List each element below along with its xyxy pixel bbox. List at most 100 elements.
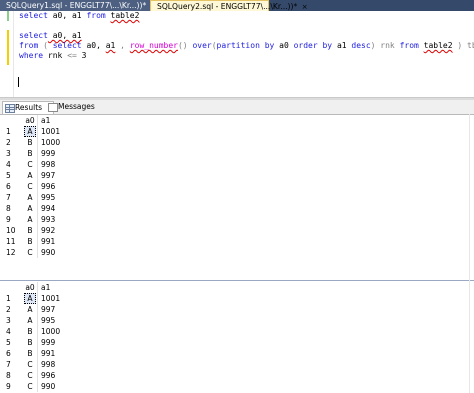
table-row[interactable]: 2 A 997: [4, 304, 67, 315]
grid-icon: [5, 104, 15, 113]
cell-a1-value: 1001: [41, 127, 61, 136]
row-number[interactable]: 6: [4, 348, 23, 359]
cell-a0[interactable]: B: [23, 337, 38, 348]
cell-a0[interactable]: C: [23, 247, 38, 258]
cell-a1[interactable]: 990: [38, 247, 68, 258]
cell-a0[interactable]: A: [23, 192, 38, 203]
cell-a0[interactable]: C: [23, 159, 38, 170]
row-number[interactable]: 8: [4, 370, 23, 381]
cell-a0[interactable]: C: [23, 181, 38, 192]
cell-a1[interactable]: 997: [38, 304, 68, 315]
cell-a1[interactable]: 991: [38, 236, 68, 247]
table-row[interactable]: 7 A 995: [4, 192, 67, 203]
table-row[interactable]: 4 C 998: [4, 159, 67, 170]
cell-a0[interactable]: B: [23, 148, 38, 159]
row-number[interactable]: 4: [4, 326, 23, 337]
tab-sqlquery1[interactable]: SQLQuery1.sql - ENGGLT77\...\Kr...))*: [0, 0, 159, 11]
cell-a0[interactable]: C: [23, 370, 38, 381]
cell-a1[interactable]: 996: [38, 370, 68, 381]
results-grid-1[interactable]: a0 a1 1 A 1001 2 B 1000 3 B 999 4 C 998 5 A 997 6 C 996 7 A…: [4, 115, 67, 258]
cell-a0[interactable]: A: [23, 293, 38, 304]
cell-a1[interactable]: 995: [38, 315, 68, 326]
results-grid-2[interactable]: a0 a1 1 A 1001 2 A 997 3 A 995 4 B 1000 5 B 999 6 B 991 7 C…: [4, 282, 67, 392]
cell-a1[interactable]: 1001: [38, 126, 68, 137]
code-text: a0, a1: [47, 11, 87, 20]
cell-a1[interactable]: 999: [38, 148, 68, 159]
row-number[interactable]: 3: [4, 148, 23, 159]
row-number[interactable]: 2: [4, 304, 23, 315]
cell-a0[interactable]: A: [23, 170, 38, 181]
table-row[interactable]: 8 C 996: [4, 370, 67, 381]
column-header-a0[interactable]: a0: [23, 115, 38, 126]
row-number[interactable]: 10: [4, 225, 23, 236]
cell-a1[interactable]: 994: [38, 203, 68, 214]
tab-messages[interactable]: Messages: [46, 101, 100, 113]
cell-a1[interactable]: 993: [38, 214, 68, 225]
cell-a1[interactable]: 997: [38, 170, 68, 181]
row-number[interactable]: 4: [4, 159, 23, 170]
table-row[interactable]: 5 A 997: [4, 170, 67, 181]
row-number[interactable]: 1: [4, 126, 23, 137]
keyword: where: [19, 51, 44, 60]
cell-a0[interactable]: B: [23, 348, 38, 359]
row-number[interactable]: 3: [4, 315, 23, 326]
cell-a0[interactable]: C: [23, 381, 38, 392]
row-number[interactable]: 11: [4, 236, 23, 247]
table-row[interactable]: 3 B 999: [4, 148, 67, 159]
table-row[interactable]: 5 B 999: [4, 337, 67, 348]
cell-a1[interactable]: 990: [38, 381, 68, 392]
row-number[interactable]: 6: [4, 181, 23, 192]
cell-a1[interactable]: 1000: [38, 137, 68, 148]
table-row[interactable]: 6 B 991: [4, 348, 67, 359]
row-number[interactable]: 2: [4, 137, 23, 148]
cell-a1[interactable]: 992: [38, 225, 68, 236]
cell-a1[interactable]: 995: [38, 192, 68, 203]
row-number[interactable]: 7: [4, 359, 23, 370]
cell-a1[interactable]: 999: [38, 337, 68, 348]
table-row[interactable]: 6 C 996: [4, 181, 67, 192]
column-header-a1[interactable]: a1: [37, 115, 67, 126]
table-row[interactable]: 11 B 991: [4, 236, 67, 247]
cell-a1[interactable]: 1001: [38, 293, 68, 304]
cell-a0[interactable]: A: [23, 203, 38, 214]
cell-a0[interactable]: B: [23, 225, 38, 236]
cell-a1[interactable]: 998: [38, 159, 68, 170]
cell-a0[interactable]: A: [23, 126, 38, 137]
row-number[interactable]: 8: [4, 203, 23, 214]
row-number[interactable]: 5: [4, 170, 23, 181]
table-row[interactable]: 4 B 1000: [4, 326, 67, 337]
table-row[interactable]: 8 A 994: [4, 203, 67, 214]
table-row[interactable]: 1 A 1001: [4, 293, 67, 304]
row-number[interactable]: 12: [4, 247, 23, 258]
table-row[interactable]: 9 A 993: [4, 214, 67, 225]
cell-a0[interactable]: A: [23, 214, 38, 225]
row-number-value: 7: [6, 193, 11, 202]
row-number[interactable]: 7: [4, 192, 23, 203]
row-number[interactable]: 5: [4, 337, 23, 348]
row-number[interactable]: 1: [4, 293, 23, 304]
cell-a0[interactable]: B: [23, 326, 38, 337]
row-number[interactable]: 9: [4, 381, 23, 392]
cell-a0[interactable]: A: [23, 315, 38, 326]
column-header-a1[interactable]: a1: [37, 282, 67, 293]
table-row[interactable]: 9 C 990: [4, 381, 67, 392]
cell-a1[interactable]: 998: [38, 359, 68, 370]
query-editor[interactable]: select a0, a1 from table2 select a0, a1 …: [0, 11, 474, 98]
cell-a0[interactable]: B: [23, 236, 38, 247]
row-number[interactable]: 9: [4, 214, 23, 225]
table-row[interactable]: 7 C 998: [4, 359, 67, 370]
table-row[interactable]: 12 C 990: [4, 247, 67, 258]
column-header-a0[interactable]: a0: [23, 282, 38, 293]
cell-a1[interactable]: 1000: [38, 326, 68, 337]
cell-a1[interactable]: 996: [38, 181, 68, 192]
table-row[interactable]: 2 B 1000: [4, 137, 67, 148]
row-number-header: [4, 282, 23, 293]
table-row[interactable]: 10 B 992: [4, 225, 67, 236]
table-row[interactable]: 3 A 995: [4, 315, 67, 326]
cell-a0[interactable]: A: [23, 304, 38, 315]
cell-a1[interactable]: 991: [38, 348, 68, 359]
close-icon[interactable]: ×: [302, 3, 308, 11]
table-row[interactable]: 1 A 1001: [4, 126, 67, 137]
cell-a0[interactable]: B: [23, 137, 38, 148]
cell-a0[interactable]: C: [23, 359, 38, 370]
